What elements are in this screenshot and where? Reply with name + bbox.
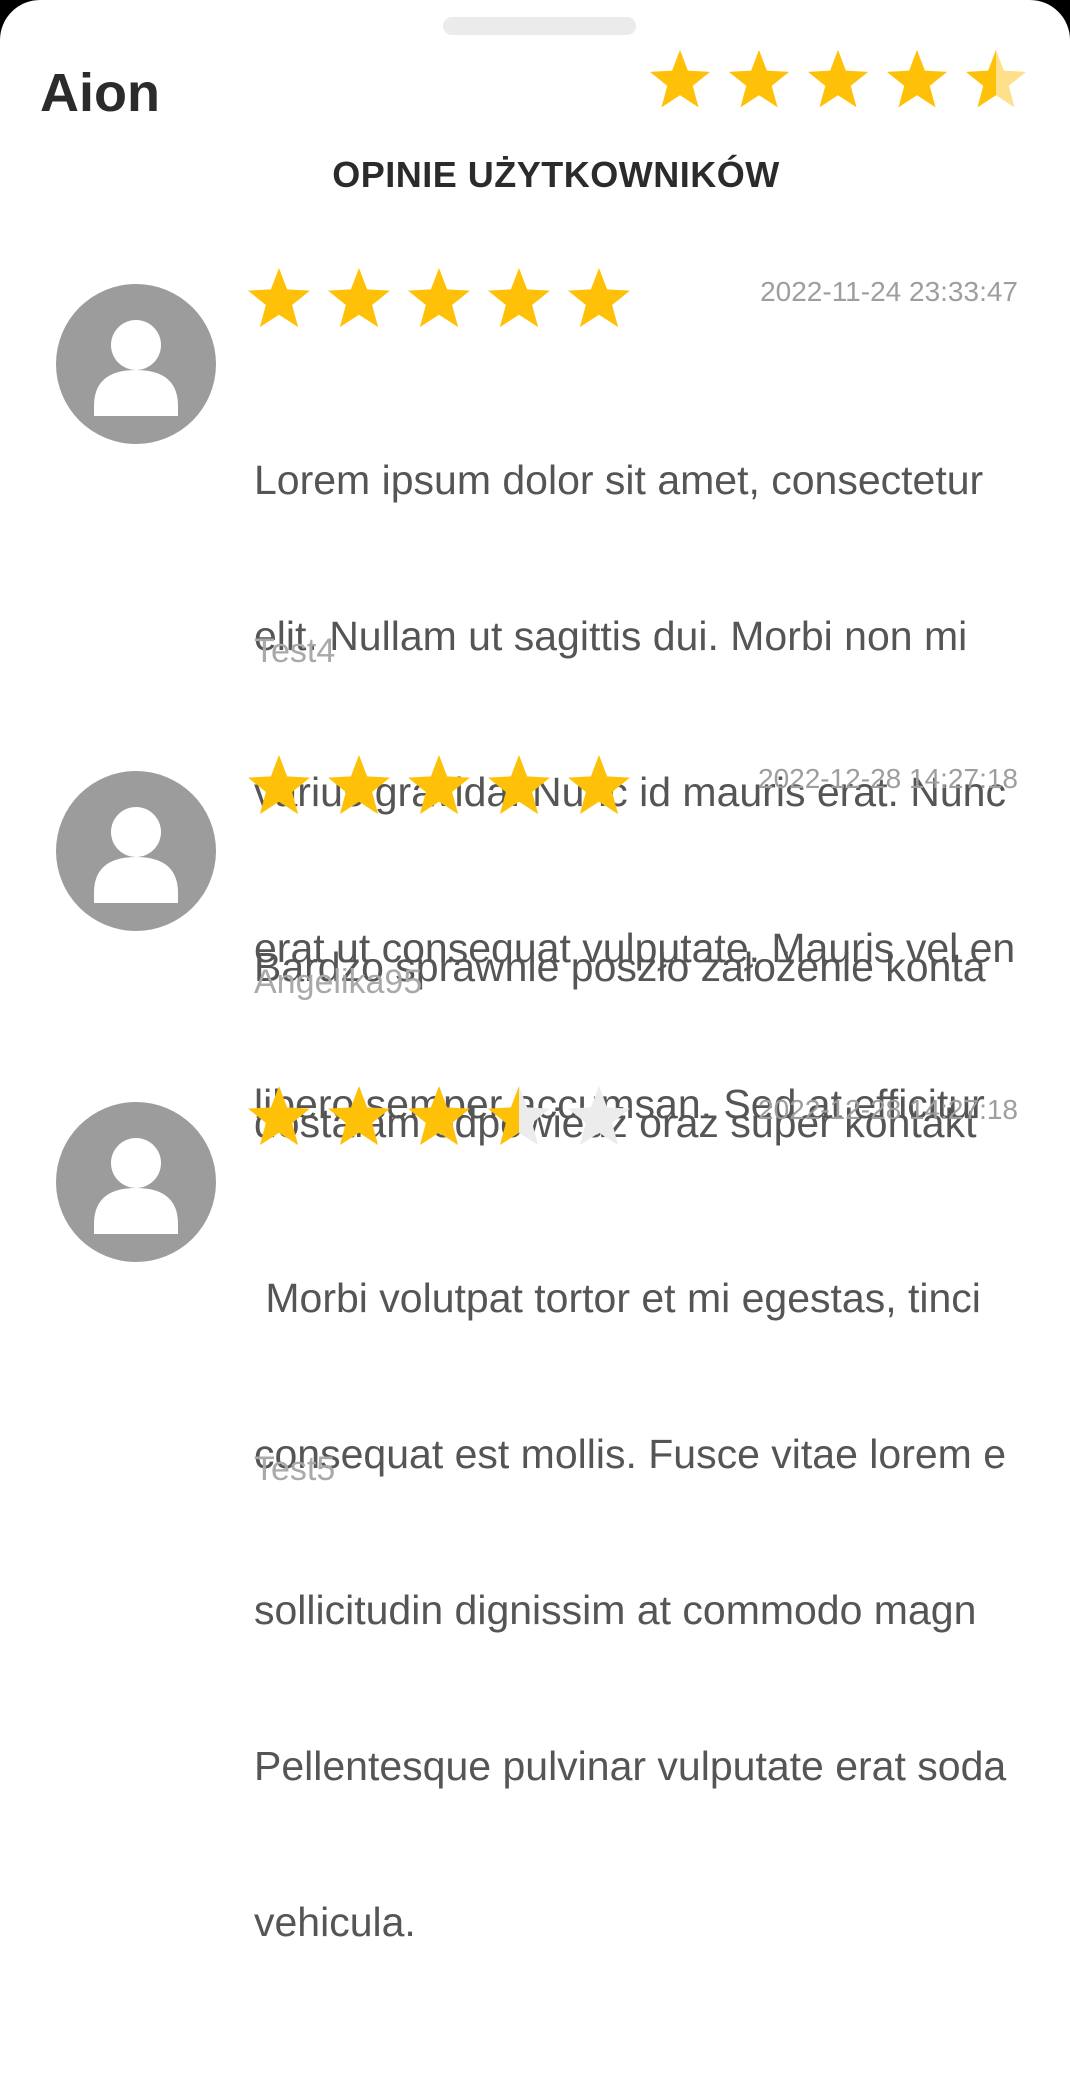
review-text-line: elit. Nullam ut sagittis dui. Morbi non … bbox=[254, 613, 968, 659]
user-avatar-icon bbox=[56, 1102, 216, 1262]
review-date: 2022-12-28 14:27:18 bbox=[758, 1094, 1018, 1125]
star-icon bbox=[247, 267, 311, 328]
section-title: OPINIE UŻYTKOWNIKÓW bbox=[332, 154, 780, 195]
star-icon bbox=[965, 49, 1027, 108]
review-text-line: Lorem ipsum dolor sit amet, consectetur bbox=[254, 457, 984, 503]
star-icon bbox=[487, 1085, 551, 1146]
app-rating-stars bbox=[648, 48, 1028, 112]
app-name: Aion bbox=[40, 63, 160, 123]
star-icon bbox=[567, 267, 631, 328]
star-icon bbox=[327, 1085, 391, 1146]
review-author: Test5 bbox=[254, 1450, 336, 1488]
star-icon bbox=[886, 49, 948, 108]
review-date: 2022-11-24 23:33:47 bbox=[760, 276, 1018, 307]
star-icon bbox=[567, 1085, 631, 1146]
star-icon bbox=[567, 754, 631, 815]
review-rating-stars bbox=[246, 1084, 632, 1150]
review-text-line: sollicitudin dignissim at commodo magn bbox=[254, 1587, 977, 1633]
review-text-line: Morbi volutpat tortor et mi egestas, tin… bbox=[254, 1275, 981, 1321]
star-icon bbox=[327, 754, 391, 815]
star-icon bbox=[807, 49, 869, 108]
review-text-line: consequat est mollis. Fusce vitae lorem … bbox=[254, 1431, 1006, 1477]
star-icon bbox=[487, 754, 551, 815]
sheet-drag-handle[interactable] bbox=[443, 17, 636, 35]
star-icon bbox=[407, 1085, 471, 1146]
star-icon bbox=[247, 1085, 311, 1146]
star-icon bbox=[327, 267, 391, 328]
star-icon bbox=[247, 754, 311, 815]
star-icon bbox=[728, 49, 790, 108]
user-avatar-icon bbox=[56, 284, 216, 444]
review-text-line: vehicula. bbox=[254, 1899, 416, 1945]
review-rating-stars bbox=[246, 753, 632, 819]
review-date: 2022-12-28 14:27:18 bbox=[758, 763, 1018, 794]
review-author: Angelika95 bbox=[254, 963, 423, 1001]
reviews-bottom-sheet: Aion OPINIE UŻYTKOWNIKÓW 2022-11-24 23:3… bbox=[0, 0, 1070, 2100]
star-icon bbox=[407, 267, 471, 328]
star-icon bbox=[649, 49, 711, 108]
star-icon bbox=[407, 754, 471, 815]
review-author: Test4 bbox=[254, 632, 336, 670]
star-icon bbox=[487, 267, 551, 328]
review-rating-stars bbox=[246, 266, 632, 332]
user-avatar-icon bbox=[56, 771, 216, 931]
review-text-line: Pellentesque pulvinar vulputate erat sod… bbox=[254, 1743, 1007, 1789]
review-text: Morbi volutpat tortor et mi egestas, tin… bbox=[254, 1168, 1070, 2052]
